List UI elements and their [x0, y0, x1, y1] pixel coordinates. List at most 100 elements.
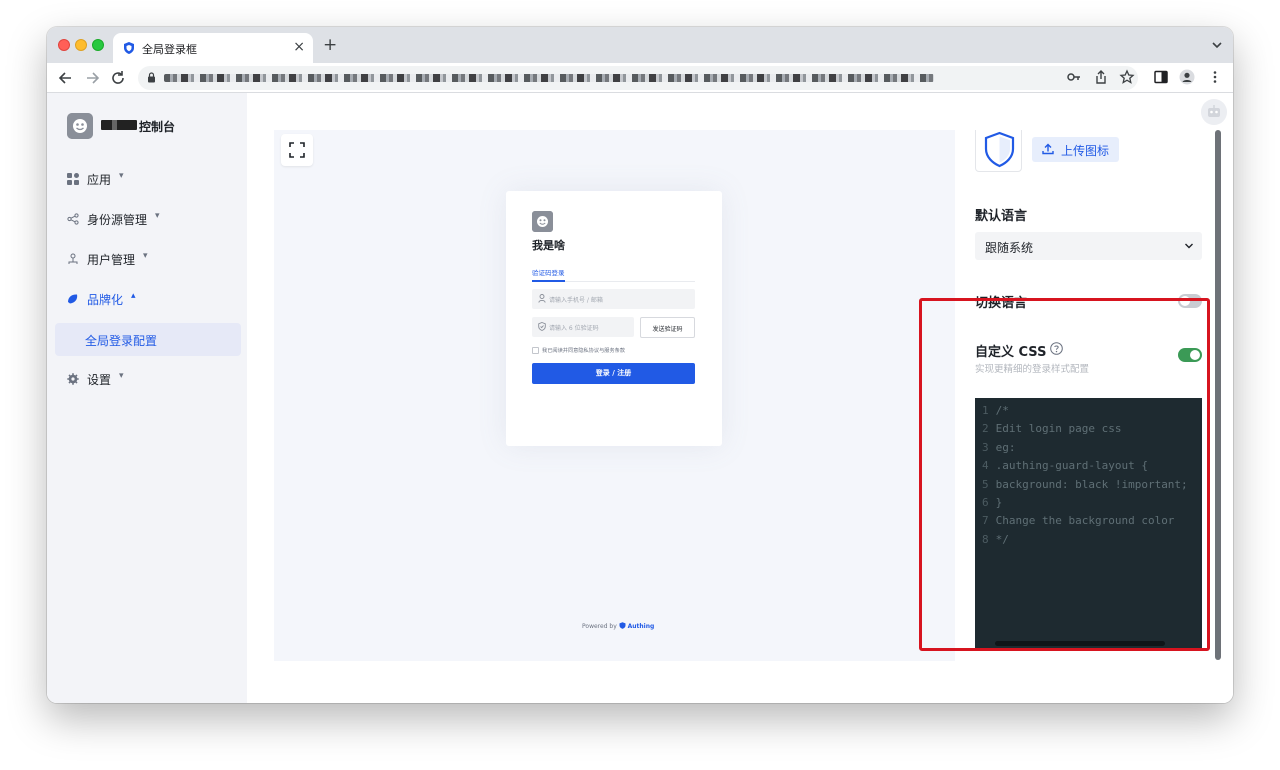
- code-line: 8 */: [982, 533, 1009, 546]
- tab-title: 全局登录框: [142, 43, 197, 56]
- forward-arrow-icon[interactable]: [83, 69, 101, 87]
- gear-icon: [67, 373, 79, 385]
- code-line: 6}: [982, 496, 1003, 509]
- login-submit-button[interactable]: 登录 / 注册: [532, 363, 695, 384]
- custom-css-toggle[interactable]: [1178, 348, 1202, 362]
- profile-avatar-icon[interactable]: [1179, 69, 1195, 85]
- shield-favicon-icon: [124, 42, 134, 54]
- close-tab-icon[interactable]: ×: [293, 38, 305, 56]
- switch-language-toggle[interactable]: [1178, 294, 1202, 308]
- powered-by-brand: Authing: [627, 623, 655, 630]
- brand-icon: [68, 294, 78, 304]
- help-circle-icon[interactable]: [1050, 342, 1063, 355]
- sidebar: 控制台 应用 ▾ 身份源管理 ▾ 用户管理 ▾ 品牌化 ▴ 全局登录配置 设置 …: [47, 93, 247, 703]
- browser-window: 全局登录框 × + 控制台 应用 ▾ 身份源管理 ▾ 用户管理 ▾ 品牌化 ▴ …: [47, 27, 1233, 703]
- powered-by-text: Powered by: [582, 623, 617, 630]
- verification-code-input[interactable]: 请输入 6 位验证码: [532, 317, 634, 337]
- url-blurred: [164, 74, 934, 82]
- sidebar-item-settings[interactable]: 设置 ▾: [55, 363, 241, 395]
- sidebar-item-label: 应用: [87, 173, 112, 187]
- minimize-window-button[interactable]: [75, 39, 87, 51]
- caret-down-icon: ▾: [155, 211, 160, 221]
- login-card: 我是啥 验证码登录 请输入手机号 / 邮箱 请输入 6 位验证码 发送验证码 我…: [506, 191, 722, 446]
- code-placeholder: 请输入 6 位验证码: [549, 325, 599, 332]
- code-line: 2 Edit login page css: [982, 422, 1122, 435]
- sidebar-item-global-login-config[interactable]: 全局登录配置: [55, 323, 241, 356]
- new-tab-button[interactable]: +: [323, 36, 337, 54]
- upload-icon: [1042, 143, 1054, 155]
- sidebar-item-apps[interactable]: 应用 ▾: [55, 163, 241, 195]
- agreement-text: 我已阅读并同意隐私协议与服务条款: [542, 348, 626, 354]
- sidebar-item-user-management[interactable]: 用户管理 ▾: [55, 243, 241, 275]
- custom-css-label: 自定义 CSS: [975, 345, 1047, 360]
- users-icon: [68, 253, 78, 264]
- close-window-button[interactable]: [58, 39, 70, 51]
- bookmark-star-icon[interactable]: [1119, 69, 1135, 85]
- upload-icon-label: 上传图标: [1061, 144, 1110, 158]
- code-line: 4 .authing-guard-layout {: [982, 459, 1148, 472]
- default-language-value: 跟随系统: [985, 241, 1034, 255]
- caret-up-icon: ▴: [131, 291, 136, 301]
- sidebar-item-branding[interactable]: 品牌化 ▴: [55, 283, 241, 315]
- sidebar-subitem-label: 全局登录配置: [85, 334, 158, 348]
- tab-strip: 全局登录框 × +: [47, 27, 1233, 63]
- phone-email-input[interactable]: 请输入手机号 / 邮箱: [532, 289, 695, 309]
- shield-check-icon: [538, 322, 546, 331]
- side-panel-icon[interactable]: [1153, 69, 1169, 85]
- agreement-checkbox[interactable]: [532, 347, 539, 354]
- custom-css-subtitle: 实现更精细的登录样式配置: [975, 364, 1090, 375]
- main-content: 我是啥 验证码登录 请输入手机号 / 邮箱 请输入 6 位验证码 发送验证码 我…: [247, 93, 1233, 703]
- assistant-robot-icon[interactable]: [1201, 99, 1227, 125]
- chevron-down-icon: [1185, 243, 1193, 249]
- user-icon: [538, 294, 546, 303]
- default-language-label: 默认语言: [975, 209, 1028, 224]
- settings-vertical-scrollbar[interactable]: [1215, 130, 1221, 660]
- grid-icon: [67, 173, 79, 185]
- back-arrow-icon[interactable]: [57, 69, 75, 87]
- sidebar-item-label: 身份源管理: [87, 213, 148, 227]
- css-code-editor[interactable]: 1/* 2 Edit login page css 3 eg: 4 .authing-…: [975, 398, 1202, 648]
- code-line: 7 Change the background color: [982, 514, 1175, 527]
- tab-verification-code-login[interactable]: 验证码登录: [532, 267, 565, 277]
- default-language-select[interactable]: 跟随系统: [975, 232, 1202, 260]
- upload-icon-button[interactable]: 上传图标: [1032, 137, 1119, 162]
- authing-logo-icon: [619, 622, 626, 629]
- switch-language-label: 切换语言: [975, 296, 1028, 311]
- submit-label: 登录 / 注册: [595, 369, 632, 377]
- app-logo-icon: [532, 211, 553, 232]
- code-line: 1/*: [982, 404, 1009, 417]
- lock-icon: [148, 72, 155, 83]
- browser-toolbar: [47, 63, 1233, 93]
- sidebar-item-identity-sources[interactable]: 身份源管理 ▾: [55, 203, 241, 235]
- toggle-knob: [1180, 296, 1190, 306]
- chevron-down-icon[interactable]: [1211, 39, 1223, 51]
- kebab-menu-icon[interactable]: [1207, 69, 1223, 85]
- fullscreen-button[interactable]: [281, 134, 313, 166]
- settings-panel: 上传图标 默认语言 跟随系统 切换语言 自定义 CSS 实现更精细的登录样式配置…: [955, 130, 1219, 661]
- caret-down-icon: ▾: [119, 171, 124, 181]
- tab-active-underline: [532, 280, 565, 282]
- share-nodes-icon: [67, 213, 79, 225]
- code-line: 5 background: black !important;: [982, 478, 1188, 491]
- sidebar-item-label: 设置: [87, 373, 112, 387]
- share-icon[interactable]: [1093, 69, 1109, 85]
- brand-title: 控制台: [139, 120, 176, 134]
- fullscreen-icon: [289, 142, 305, 158]
- sidebar-item-label: 用户管理: [87, 253, 136, 267]
- reload-icon[interactable]: [109, 69, 127, 87]
- maximize-window-button[interactable]: [92, 39, 104, 51]
- icon-preview: [975, 130, 1022, 172]
- send-code-label: 发送验证码: [652, 326, 683, 333]
- caret-down-icon: ▾: [119, 371, 124, 381]
- address-bar[interactable]: [138, 66, 1138, 90]
- phone-placeholder: 请输入手机号 / 邮箱: [549, 297, 603, 304]
- login-title: 我是啥: [532, 239, 565, 252]
- brand-logo-icon: [67, 113, 93, 139]
- browser-tab[interactable]: 全局登录框 ×: [113, 33, 313, 63]
- editor-horizontal-scrollbar[interactable]: [995, 641, 1165, 646]
- code-line: 3 eg:: [982, 441, 1016, 454]
- send-code-button[interactable]: 发送验证码: [640, 317, 695, 338]
- key-icon[interactable]: [1066, 69, 1082, 85]
- brand-name-blurred: [101, 120, 137, 130]
- toggle-knob: [1190, 350, 1200, 360]
